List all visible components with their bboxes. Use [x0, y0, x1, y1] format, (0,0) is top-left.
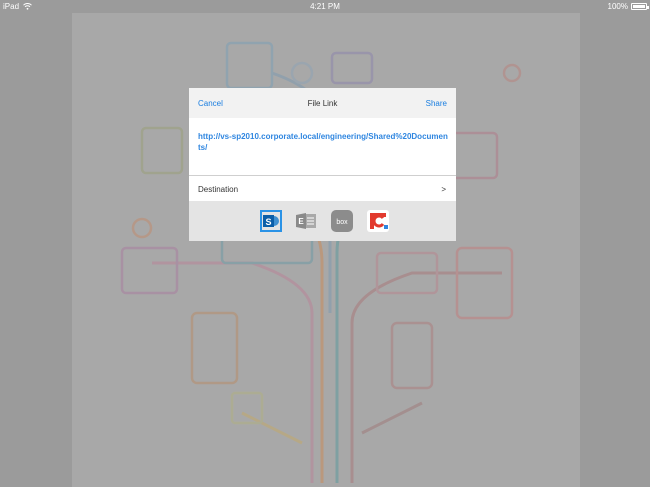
dialog-title: File Link [307, 99, 338, 108]
battery-icon [631, 3, 649, 10]
chevron-right-icon: > [441, 185, 446, 194]
status-right: 100% [607, 0, 649, 13]
svg-text:S: S [265, 217, 271, 227]
svg-text:E: E [298, 217, 304, 226]
box-icon-text: box [336, 219, 348, 226]
link-field[interactable]: http://vs-sp2010.corporate.local/enginee… [189, 118, 456, 176]
dialog-header: Cancel File Link Share [189, 88, 456, 118]
share-button[interactable]: Share [426, 99, 447, 108]
exchange-icon[interactable]: E [295, 210, 317, 232]
status-time: 4:21 PM [310, 2, 340, 11]
background-illustration [72, 13, 580, 487]
link-url[interactable]: http://vs-sp2010.corporate.local/enginee… [198, 131, 450, 153]
citrix-icon[interactable] [367, 210, 389, 232]
file-link-dialog: Cancel File Link Share http://vs-sp2010.… [189, 88, 456, 241]
sharepoint-icon[interactable]: S [260, 210, 282, 232]
network-tree-illustration [120, 41, 522, 483]
destination-row[interactable]: Destination > [189, 177, 456, 201]
battery-percent: 100% [607, 2, 628, 11]
status-bar: iPad 4:21 PM 100% [0, 0, 650, 13]
destination-label: Destination [198, 185, 239, 194]
box-icon[interactable]: box [331, 210, 353, 232]
service-picker: S E box [189, 201, 456, 241]
